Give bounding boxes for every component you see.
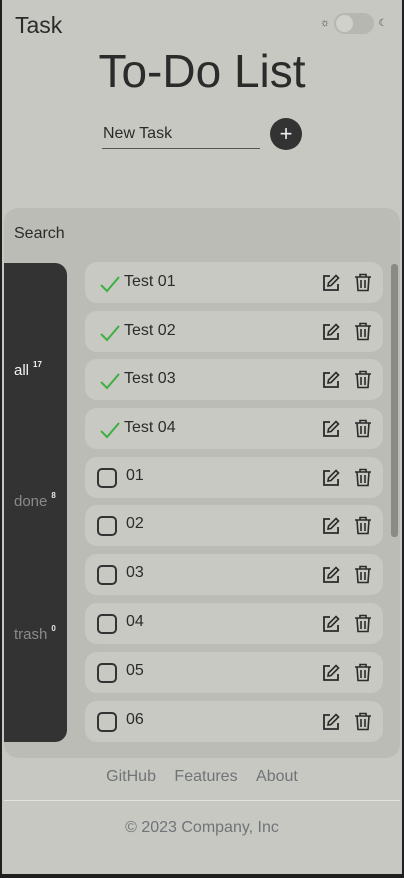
task-row[interactable]: Test 04 — [85, 408, 383, 449]
switch-knob — [336, 14, 353, 32]
check-icon[interactable] — [99, 371, 121, 391]
footer-divider — [4, 800, 400, 801]
edit-icon[interactable] — [322, 615, 340, 633]
task-row[interactable]: Test 01 — [85, 262, 383, 303]
edit-icon[interactable] — [322, 566, 340, 584]
check-icon[interactable] — [99, 274, 121, 294]
filter-label: all — [14, 362, 30, 379]
trash-icon[interactable] — [354, 370, 372, 389]
theme-toggle[interactable]: ☼ ☾ — [320, 12, 392, 34]
footer-link-github[interactable]: GitHub — [106, 768, 156, 785]
footer-link-about[interactable]: About — [256, 768, 298, 785]
edit-icon[interactable] — [322, 469, 340, 487]
filter-trash[interactable]: trash 0 — [14, 624, 56, 643]
filter-count: 17 — [33, 360, 42, 369]
footer-link-features[interactable]: Features — [174, 768, 237, 785]
filter-done[interactable]: done 8 — [14, 491, 56, 510]
new-task-input[interactable] — [102, 119, 260, 149]
task-text: Test 01 — [124, 273, 176, 290]
task-text: 05 — [126, 662, 144, 679]
trash-icon[interactable] — [354, 419, 372, 438]
checkbox-icon[interactable] — [97, 614, 117, 634]
task-text: 02 — [126, 515, 144, 532]
footer-nav: GitHub Features About — [2, 768, 402, 786]
task-row[interactable]: Test 02 — [85, 311, 383, 352]
trash-icon[interactable] — [354, 663, 372, 682]
task-panel: all17 done8 trash0 Test 01 Test 02 — [4, 208, 400, 758]
checkbox-icon[interactable] — [97, 516, 117, 536]
filter-label: done — [14, 493, 48, 510]
task-text: 03 — [126, 564, 144, 581]
edit-icon[interactable] — [322, 274, 340, 292]
edit-icon[interactable] — [322, 713, 340, 731]
filter-sidebar: all 17 done 8 trash 0 — [4, 263, 67, 742]
theme-switch[interactable] — [334, 12, 374, 34]
task-text: 06 — [126, 711, 144, 728]
edit-icon[interactable] — [322, 323, 340, 341]
task-text: Test 03 — [124, 370, 176, 387]
checkbox-icon[interactable] — [97, 565, 117, 585]
filter-count: 8 — [51, 491, 56, 500]
edit-icon[interactable] — [322, 664, 340, 682]
edit-icon[interactable] — [322, 371, 340, 389]
checkbox-icon[interactable] — [97, 468, 117, 488]
copyright-text: © 2023 Company, Inc — [125, 819, 279, 836]
task-row[interactable]: 02 — [85, 505, 383, 546]
check-icon[interactable] — [99, 420, 121, 440]
check-icon[interactable] — [99, 323, 121, 343]
task-row[interactable]: 03 — [85, 554, 383, 595]
brand-title: Task — [15, 12, 63, 38]
task-text: Test 02 — [124, 322, 176, 339]
sun-icon: ☼ — [320, 17, 331, 29]
filter-count: 0 — [51, 624, 56, 633]
moon-icon: ☾ — [378, 17, 388, 29]
trash-icon[interactable] — [354, 273, 372, 292]
trash-icon[interactable] — [354, 712, 372, 731]
checkbox-icon[interactable] — [97, 663, 117, 683]
task-row[interactable]: 04 — [85, 603, 383, 644]
add-task-button[interactable]: + — [270, 118, 302, 150]
trash-icon[interactable] — [354, 614, 372, 633]
task-text: Test 04 — [124, 419, 176, 436]
filter-all[interactable]: all 17 — [14, 360, 42, 379]
plus-icon: + — [279, 121, 293, 146]
checkbox-icon[interactable] — [97, 712, 117, 732]
task-row[interactable]: 01 — [85, 457, 383, 498]
app-window: Task ☼ ☾ To-Do List + all17 done8 trash0 — [2, 0, 402, 874]
task-text: 04 — [126, 613, 144, 630]
edit-icon[interactable] — [322, 517, 340, 535]
trash-icon[interactable] — [354, 565, 372, 584]
task-text: 01 — [126, 467, 144, 484]
search-input[interactable] — [14, 224, 214, 244]
page-title: To-Do List — [98, 45, 306, 97]
filter-label: trash — [14, 626, 48, 643]
trash-icon[interactable] — [354, 516, 372, 535]
task-list-scrollbar[interactable] — [390, 262, 398, 742]
task-row[interactable]: Test 03 — [85, 359, 383, 400]
edit-icon[interactable] — [322, 420, 340, 438]
task-row[interactable]: 05 — [85, 652, 383, 693]
trash-icon[interactable] — [354, 322, 372, 341]
scrollbar-thumb[interactable] — [391, 264, 398, 537]
trash-icon[interactable] — [354, 468, 372, 487]
task-row[interactable]: 06 — [85, 701, 383, 742]
